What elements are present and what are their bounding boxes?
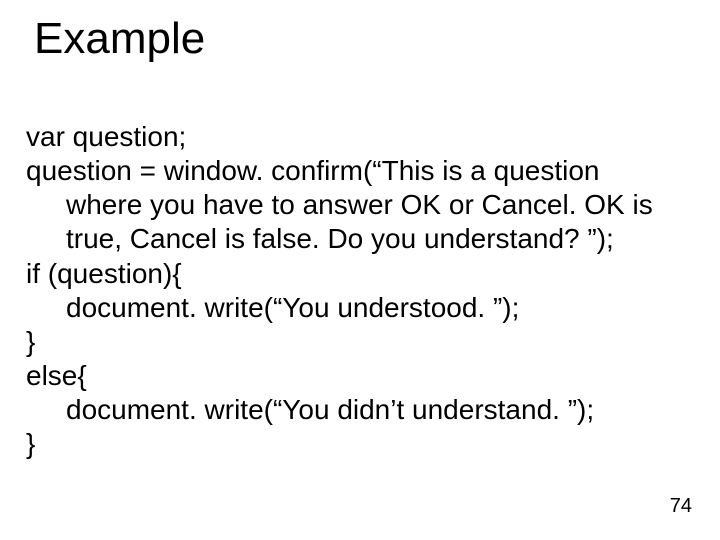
code-line: } (26, 325, 694, 359)
code-line: var question; (26, 120, 694, 154)
code-line: document. write(“You didn’t understand. … (26, 393, 694, 427)
code-line: if (question){ (26, 257, 694, 291)
slide: Example var question; question = window.… (0, 0, 720, 540)
code-block: var question; question = window. confirm… (26, 120, 694, 462)
code-line: } (26, 427, 694, 461)
code-line: else{ (26, 359, 694, 393)
slide-title: Example (34, 14, 205, 64)
code-line: document. write(“You understood. ”); (26, 291, 694, 325)
code-line: where you have to answer OK or Cancel. O… (26, 188, 694, 222)
page-number: 74 (670, 495, 692, 518)
code-line: true, Cancel is false. Do you understand… (26, 222, 694, 256)
code-line: question = window. confirm(“This is a qu… (26, 154, 694, 188)
